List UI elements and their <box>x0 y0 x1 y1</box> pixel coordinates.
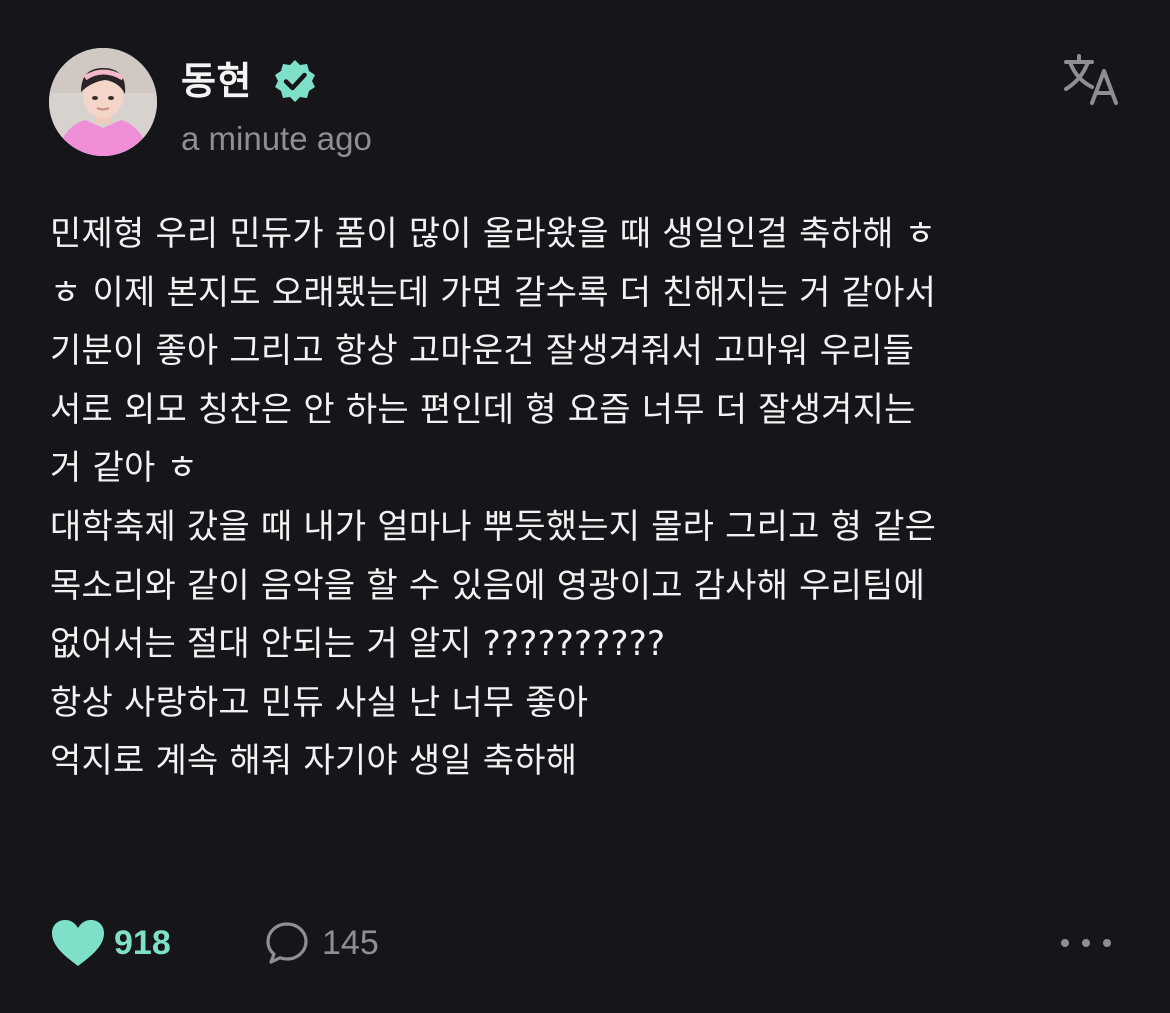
verified-badge-icon <box>275 60 315 102</box>
more-dots-icon <box>1061 939 1111 947</box>
like-count: 918 <box>114 923 171 962</box>
post-body-text: 민제형 우리 민듀가 폼이 많이 올라왔을 때 생일인걸 축하해 ㅎ ㅎ 이제 … <box>50 214 937 782</box>
translate-icon <box>1064 54 1118 105</box>
author-name[interactable]: 동현 <box>181 56 252 106</box>
author-avatar[interactable] <box>49 48 157 156</box>
translate-button[interactable] <box>1062 53 1120 105</box>
heart-icon <box>52 920 104 966</box>
comment-count: 145 <box>322 923 379 962</box>
more-options-button[interactable] <box>1055 910 1117 976</box>
post-actions-bar: 918 145 <box>0 910 1170 976</box>
avatar-photo <box>49 48 157 156</box>
post-timestamp: a minute ago <box>181 120 372 157</box>
like-button[interactable]: 918 <box>50 910 171 976</box>
comment-button[interactable]: 145 <box>264 910 379 976</box>
post-card: 동현 a minute ago 민제형 우리 민듀가 폼이 많이 올라왔을 때 … <box>0 0 1170 1013</box>
comment-bubble-icon <box>266 922 308 964</box>
